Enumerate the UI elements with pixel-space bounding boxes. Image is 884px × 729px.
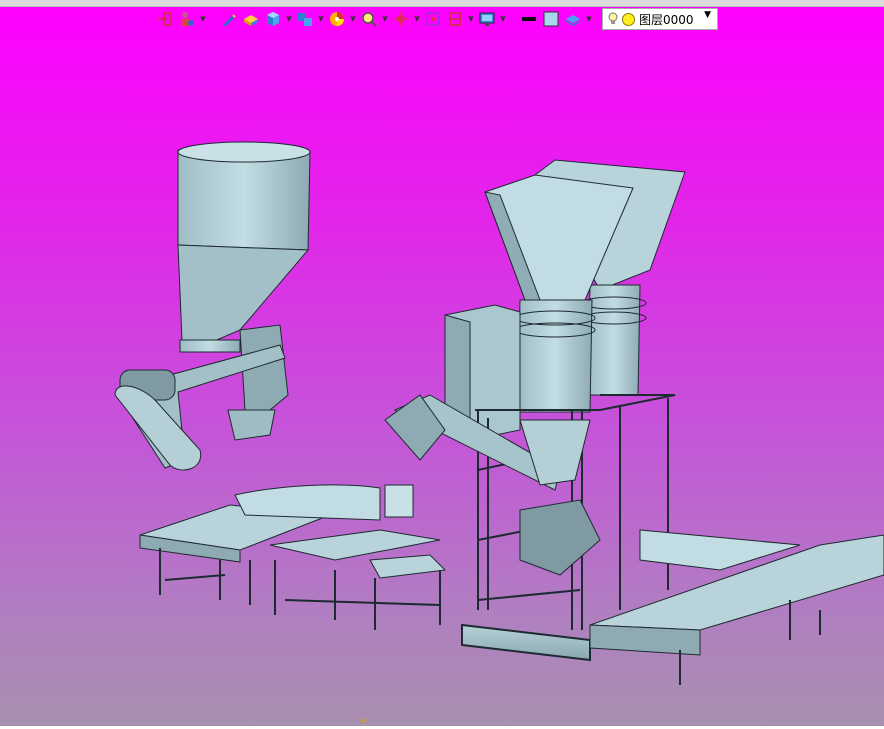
axis-indicator: Y xyxy=(360,716,367,729)
right-conveyor[interactable] xyxy=(589,529,884,685)
machine-model[interactable] xyxy=(0,0,884,726)
left-hopper[interactable] xyxy=(177,141,311,441)
